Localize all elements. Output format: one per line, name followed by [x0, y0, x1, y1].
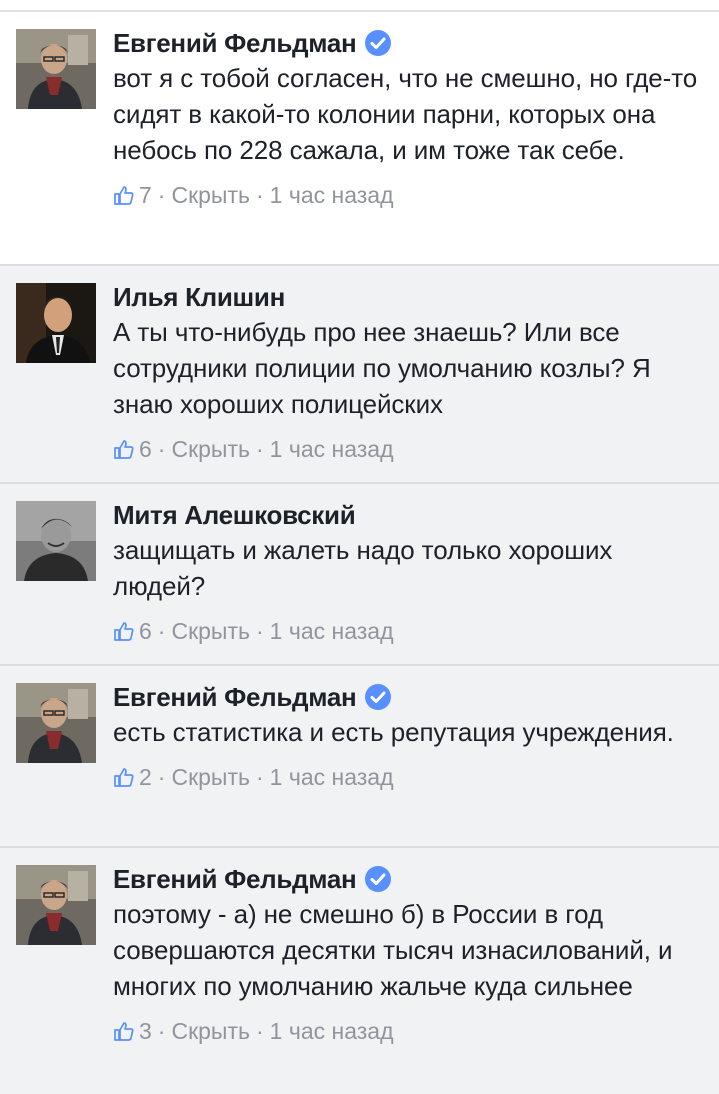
- thumbs-up-icon: [114, 622, 134, 641]
- separator-dot: ·: [157, 1017, 166, 1044]
- verified-badge-icon: [364, 865, 392, 893]
- separator-dot: ·: [157, 617, 166, 644]
- separator-dot: ·: [157, 435, 166, 462]
- like-count: 6: [139, 617, 152, 644]
- like-count: 2: [139, 763, 152, 790]
- like-button[interactable]: 6: [113, 618, 152, 645]
- like-count: 7: [139, 181, 152, 208]
- avatar[interactable]: [16, 283, 96, 363]
- like-count: 3: [139, 1017, 152, 1044]
- thumbs-up-icon: [114, 768, 134, 787]
- hide-link[interactable]: Скрыть: [171, 1018, 250, 1045]
- comment-item: Евгений Фельдман есть статистика и есть …: [0, 666, 719, 848]
- separator-dot: ·: [157, 763, 166, 790]
- separator-dot: ·: [255, 617, 264, 644]
- thumbs-up-icon: [114, 186, 134, 205]
- like-button[interactable]: 7: [113, 182, 152, 209]
- comment-meta: 3 · Скрыть · 1 час назад: [113, 1017, 701, 1045]
- hide-link[interactable]: Скрыть: [171, 764, 250, 791]
- separator-dot: ·: [255, 763, 264, 790]
- separator-dot: ·: [255, 1017, 264, 1044]
- hide-link[interactable]: Скрыть: [171, 618, 250, 645]
- comment-item: Евгений Фельдман поэтому - а) не смешно …: [0, 848, 719, 1094]
- comment-text: поэтому - а) не смешно б) в России в год…: [113, 899, 673, 1001]
- avatar[interactable]: [16, 865, 96, 945]
- comment-text: А ты что-нибудь про нее знаешь? Или все …: [113, 317, 651, 419]
- comment-meta: 6 · Скрыть · 1 час назад: [113, 435, 701, 463]
- comment-item: Митя Алешковский защищать и жалеть надо …: [0, 484, 719, 666]
- timestamp[interactable]: 1 час назад: [270, 436, 394, 463]
- author-name[interactable]: Евгений Фельдман: [113, 682, 357, 713]
- comment-item: Илья Клишин А ты что-нибудь про нее знае…: [0, 266, 719, 484]
- comment-item: Евгений Фельдман вот я с тобой согласен,…: [0, 12, 719, 266]
- author-name[interactable]: Илья Клишин: [113, 282, 285, 313]
- thumbs-up-icon: [114, 440, 134, 459]
- comment-text: вот я с тобой согласен, что не смешно, н…: [113, 63, 698, 165]
- like-button[interactable]: 6: [113, 436, 152, 463]
- thumbs-up-icon: [114, 1022, 134, 1041]
- comment-text: есть статистика и есть репутация учрежде…: [113, 717, 674, 747]
- comment-meta: 6 · Скрыть · 1 час назад: [113, 617, 701, 645]
- avatar[interactable]: [16, 501, 96, 581]
- like-count: 6: [139, 435, 152, 462]
- timestamp[interactable]: 1 час назад: [270, 1018, 394, 1045]
- like-button[interactable]: 3: [113, 1018, 152, 1045]
- comment-text: защищать и жалеть надо только хороших лю…: [113, 535, 613, 601]
- author-name[interactable]: Евгений Фельдман: [113, 28, 357, 59]
- timestamp[interactable]: 1 час назад: [270, 618, 394, 645]
- verified-badge-icon: [364, 683, 392, 711]
- avatar[interactable]: [16, 683, 96, 763]
- comment-meta: 2 · Скрыть · 1 час назад: [113, 763, 701, 791]
- timestamp[interactable]: 1 час назад: [270, 764, 394, 791]
- author-name[interactable]: Евгений Фельдман: [113, 864, 357, 895]
- author-name[interactable]: Митя Алешковский: [113, 500, 356, 531]
- comment-feed: Евгений Фельдман вот я с тобой согласен,…: [0, 0, 719, 1094]
- separator-dot: ·: [157, 181, 166, 208]
- comment-meta: 7 · Скрыть · 1 час назад: [113, 181, 701, 209]
- verified-badge-icon: [364, 29, 392, 57]
- separator-dot: ·: [255, 181, 264, 208]
- hide-link[interactable]: Скрыть: [171, 182, 250, 209]
- top-divider: [0, 0, 719, 12]
- hide-link[interactable]: Скрыть: [171, 436, 250, 463]
- like-button[interactable]: 2: [113, 764, 152, 791]
- timestamp[interactable]: 1 час назад: [270, 182, 394, 209]
- separator-dot: ·: [255, 435, 264, 462]
- avatar[interactable]: [16, 29, 96, 109]
